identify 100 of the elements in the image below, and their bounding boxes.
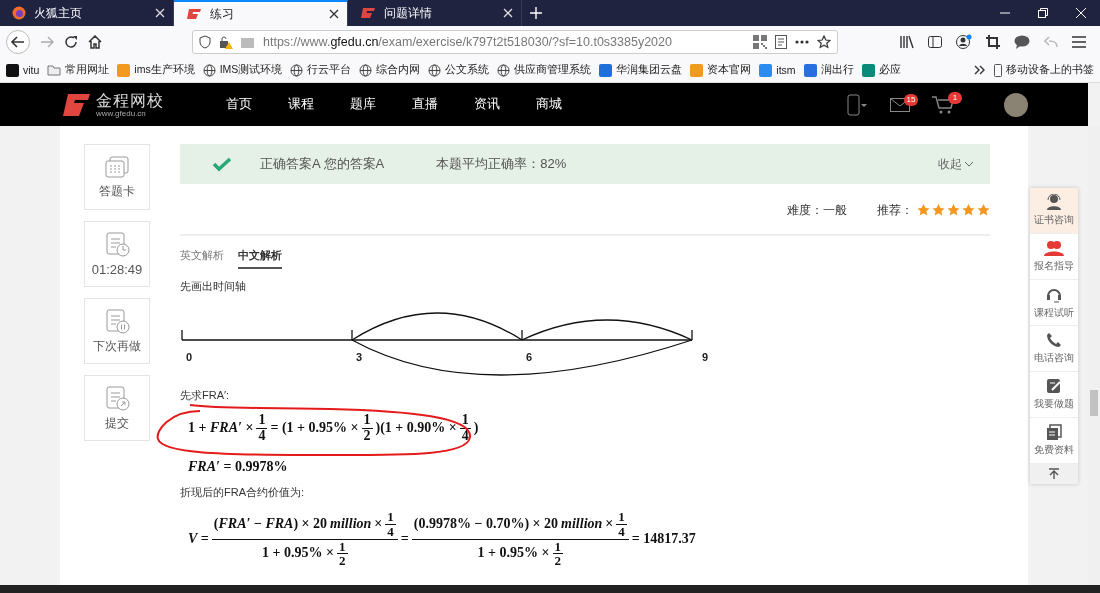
back-icon[interactable]	[6, 30, 30, 54]
chevron-down-icon	[964, 161, 974, 167]
explanation-text: 先求FRA′:	[180, 388, 231, 403]
edit-icon	[1046, 378, 1062, 394]
new-tab-plus-icon[interactable]	[530, 7, 542, 19]
bookmark-item[interactable]: vitu	[6, 63, 40, 77]
pause-document-icon	[104, 308, 130, 334]
bookmark-item[interactable]: IMS测试环境	[202, 63, 283, 77]
library-icon[interactable]	[900, 35, 914, 49]
restore-icon[interactable]	[1038, 8, 1048, 18]
cart-count-badge: 1	[948, 91, 962, 104]
timeline-label: 0	[186, 351, 193, 363]
bookmark-item[interactable]: 常用网址	[47, 63, 110, 77]
bookmark-item[interactable]: itsm	[759, 63, 796, 77]
explanation-text: 先画出时间轴	[180, 279, 247, 294]
recommend-label: 推荐：	[877, 202, 913, 218]
nav-link[interactable]: 资讯	[474, 96, 500, 113]
star-icon	[932, 204, 945, 216]
home-icon[interactable]	[88, 35, 102, 49]
analysis-tab[interactable]: 中文解析	[238, 248, 282, 269]
explanation-text: 折现后的FRA合约价值为:	[180, 485, 306, 501]
math-formula: FRA′ = 0.9978%	[188, 459, 288, 476]
account-icon[interactable]	[956, 34, 972, 50]
bookmark-item[interactable]: ims生产环境	[117, 63, 195, 77]
reload-icon[interactable]	[64, 35, 78, 49]
site-name: 金程网校	[96, 91, 164, 109]
bookmark-item[interactable]: 公文系统	[428, 63, 490, 77]
nav-link[interactable]: 首页	[226, 96, 252, 113]
star-icon	[947, 204, 960, 216]
qr-code-icon[interactable]	[753, 35, 767, 49]
nav-link[interactable]: 题库	[350, 96, 376, 113]
firefox-icon	[12, 6, 26, 20]
globe-icon	[290, 63, 304, 77]
star-icon	[977, 204, 990, 216]
documents-icon	[1046, 424, 1062, 440]
globe-icon	[202, 63, 216, 77]
star-icon	[917, 204, 930, 216]
timeline-label: 9	[702, 351, 709, 363]
folder-icon	[47, 64, 62, 76]
mobile-phone-icon	[994, 63, 1002, 77]
side-panel-item[interactable]: 课程试听	[1030, 280, 1078, 326]
average-rate-text: 本题平均正确率：82%	[436, 155, 567, 173]
star-outline-icon[interactable]	[817, 35, 831, 49]
arrow-up-icon	[1048, 468, 1060, 480]
shield-icon	[199, 35, 211, 49]
bookmark-item[interactable]: 资本官网	[690, 63, 752, 77]
speech-bubble-icon[interactable]	[1014, 35, 1030, 49]
timeline-label: 6	[526, 351, 533, 363]
back-to-top-button[interactable]	[1030, 464, 1078, 484]
analysis-tab[interactable]: 英文解析	[180, 248, 224, 269]
nav-link[interactable]: 商城	[536, 96, 562, 113]
nav-link[interactable]: 直播	[412, 96, 438, 113]
menu-icon[interactable]	[1072, 36, 1086, 48]
bookmark-item[interactable]: 华润集团云盘	[599, 63, 683, 77]
headset-person-icon	[1045, 194, 1063, 210]
people-icon	[1044, 240, 1064, 256]
address-bar[interactable]: https://www.gfedu.cn/exam/exercise/k797t2t518030/?sf=10.t0s3385y2020	[192, 30, 838, 54]
reader-view-icon[interactable]	[775, 35, 787, 49]
scrollbar-thumb[interactable]	[1090, 390, 1098, 416]
answer-card-icon	[104, 155, 130, 179]
nav-link[interactable]: 课程	[288, 96, 314, 113]
chevrons-icon[interactable]	[974, 65, 986, 75]
browser-tab[interactable]: 练习	[174, 0, 348, 26]
close-icon[interactable]	[329, 9, 339, 19]
bookmark-item[interactable]: 供应商管理系统	[497, 63, 592, 77]
answer-text: 正确答案A 您的答案A	[260, 155, 385, 173]
side-panel-item[interactable]: 电话咨询	[1030, 326, 1078, 372]
bookmark-item[interactable]: 润出行	[803, 63, 854, 77]
page-icon	[241, 36, 255, 48]
tool-button[interactable]: 下次再做	[84, 298, 150, 364]
site-logo-icon	[360, 7, 376, 19]
cart-icon[interactable]	[932, 95, 954, 114]
submit-document-icon	[104, 385, 130, 411]
side-panel-item[interactable]: 证书咨询	[1030, 188, 1078, 234]
bookmark-item[interactable]: 行云平台	[290, 63, 352, 77]
more-dots-icon[interactable]	[795, 40, 809, 44]
difficulty-text: 难度：一般	[787, 202, 847, 218]
mail-count-badge: 15	[904, 93, 918, 106]
tool-button[interactable]: 答题卡	[84, 144, 150, 210]
user-avatar[interactable]	[1004, 92, 1028, 117]
side-panel-item[interactable]: 我要做题	[1030, 372, 1078, 418]
timeline-label: 3	[356, 351, 363, 363]
star-icon	[962, 204, 975, 216]
site-logo-icon	[186, 8, 202, 20]
collapse-link[interactable]: 收起	[938, 156, 974, 172]
phone-icon	[1046, 332, 1062, 348]
mobile-phone-icon[interactable]	[846, 93, 868, 116]
crop-icon[interactable]	[986, 35, 1000, 49]
side-panel-item[interactable]: 报名指导	[1030, 234, 1078, 280]
tool-button[interactable]: 01:28:49	[84, 221, 150, 287]
sidebar-icon[interactable]	[928, 36, 942, 48]
lock-warning-icon	[219, 35, 233, 49]
globe-icon	[359, 63, 373, 77]
bookmark-item[interactable]: 必应	[861, 63, 901, 77]
bookmark-item[interactable]: 移动设备上的书签	[994, 63, 1094, 77]
clock-document-icon	[104, 231, 130, 257]
bookmark-item[interactable]: 综合内网	[359, 63, 421, 77]
site-url: www.gfedu.cn	[96, 108, 147, 118]
url-text: https://www.gfedu.cn/exam/exercise/k797t2t518030/?sf=10.t0s3385y2020	[263, 35, 673, 49]
tool-button[interactable]: 提交	[84, 375, 150, 441]
